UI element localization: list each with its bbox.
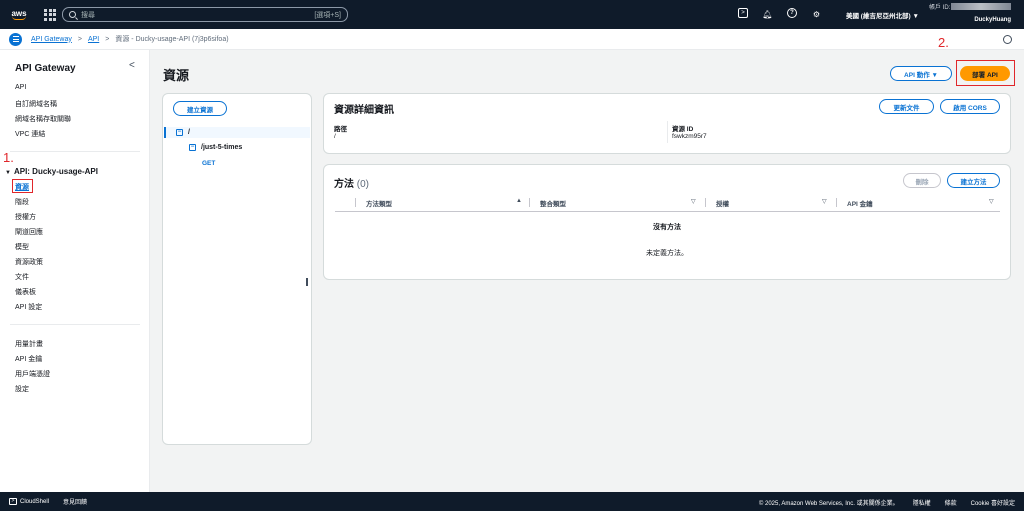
annotation-step-2: 2. bbox=[938, 35, 949, 50]
search-icon bbox=[69, 11, 76, 18]
chevron-right-icon: > bbox=[105, 35, 110, 43]
region-selector[interactable]: 美國 (維吉尼亞州北部) ▼ bbox=[846, 10, 919, 20]
path-value: / bbox=[334, 133, 336, 140]
search-placeholder: 搜尋 bbox=[81, 11, 95, 19]
sidebar: API Gateway < API 自訂網域名稱 網域名稱存取關聯 VPC 連結… bbox=[0, 50, 150, 492]
sidebar-item-models[interactable]: 模型 bbox=[15, 242, 29, 252]
sidebar-item-documentation[interactable]: 文件 bbox=[15, 272, 29, 282]
cloudshell-icon: > bbox=[9, 498, 17, 505]
preferences-gear-icon[interactable] bbox=[1003, 35, 1012, 44]
aws-logo[interactable]: aws bbox=[8, 5, 30, 25]
search-input[interactable]: 搜尋 [選項+S] bbox=[62, 7, 348, 22]
top-navigation: aws 搜尋 [選項+S] > 🔔︎ ? ⚙ 美國 (維吉尼亞州北部) ▼ 帳戶… bbox=[0, 0, 1024, 29]
delete-button[interactable]: 刪除 bbox=[903, 173, 941, 188]
cloudshell-icon[interactable]: > bbox=[738, 8, 748, 18]
tree-item-just-5-times[interactable]: −/just-5-times bbox=[189, 144, 242, 151]
sort-icon[interactable]: ▽ bbox=[989, 198, 994, 205]
column-method-type[interactable]: 方法類型 bbox=[366, 198, 392, 208]
create-method-button[interactable]: 建立方法 bbox=[947, 173, 1000, 188]
caret-down-icon: ▼ bbox=[5, 170, 11, 176]
annotation-highlight-resources bbox=[12, 179, 33, 193]
sidebar-item-vpc-links[interactable]: VPC 連結 bbox=[15, 129, 45, 139]
resource-id-label: 資源 ID bbox=[672, 126, 694, 133]
empty-state-title: 沒有方法 bbox=[653, 224, 681, 231]
chevron-right-icon: > bbox=[77, 35, 82, 43]
cloudshell-link[interactable]: CloudShell bbox=[20, 499, 49, 505]
feedback-link[interactable]: 意見回饋 bbox=[63, 497, 87, 506]
collapse-chevron-icon[interactable]: < bbox=[129, 60, 135, 71]
footer: > CloudShell 意見回饋 © 2025, Amazon Web Ser… bbox=[0, 492, 1024, 511]
sidebar-item-settings[interactable]: 設定 bbox=[15, 384, 29, 394]
create-resource-button[interactable]: 建立資源 bbox=[173, 101, 227, 116]
sidebar-item-domain-access[interactable]: 網域名稱存取關聯 bbox=[15, 114, 71, 124]
menu-toggle-button[interactable] bbox=[9, 32, 22, 46]
column-authorization[interactable]: 授權 bbox=[716, 198, 729, 208]
collapse-icon[interactable]: − bbox=[176, 129, 183, 136]
column-integration-type[interactable]: 整合類型 bbox=[540, 198, 566, 208]
tree-item-get-method[interactable]: GET bbox=[202, 160, 215, 167]
account-menu[interactable]: 帳戶 ID: DuckyHuang bbox=[929, 2, 1019, 26]
sidebar-item-api[interactable]: API bbox=[15, 84, 26, 91]
account-username: DuckyHuang bbox=[974, 17, 1011, 23]
deploy-api-button[interactable]: 部署 API bbox=[960, 66, 1010, 81]
sort-icon[interactable]: ▽ bbox=[691, 198, 696, 205]
resize-handle[interactable] bbox=[306, 278, 308, 286]
breadcrumb: API Gateway > API > 資源 - Ducky-usage-API… bbox=[31, 34, 229, 44]
breadcrumb-api-gateway[interactable]: API Gateway bbox=[31, 36, 72, 43]
methods-title: 方法 (0) bbox=[334, 179, 370, 190]
sort-ascending-icon[interactable]: ▲ bbox=[516, 198, 522, 204]
api-actions-button[interactable]: API 動作 ▼ bbox=[890, 66, 952, 81]
privacy-link[interactable]: 隱私權 bbox=[913, 498, 931, 507]
search-shortcut: [選項+S] bbox=[314, 11, 341, 19]
gear-icon[interactable]: ⚙ bbox=[810, 8, 823, 21]
account-id-label: 帳戶 ID: bbox=[929, 5, 951, 11]
sidebar-item-authorizers[interactable]: 授權方 bbox=[15, 212, 36, 222]
empty-state-description: 未定義方法。 bbox=[646, 250, 688, 257]
tree-item-root[interactable]: − / bbox=[176, 129, 190, 136]
sidebar-item-stages[interactable]: 階段 bbox=[15, 197, 29, 207]
enable-cors-button[interactable]: 啟用 CORS bbox=[940, 99, 1000, 114]
breadcrumb-bar: API Gateway > API > 資源 - Ducky-usage-API… bbox=[0, 29, 1024, 50]
sidebar-title: API Gateway bbox=[15, 63, 76, 74]
path-label: 路徑 bbox=[334, 126, 347, 133]
page-title: 資源 bbox=[163, 68, 190, 83]
update-documentation-button[interactable]: 更新文件 bbox=[879, 99, 934, 114]
sidebar-item-api-settings[interactable]: API 設定 bbox=[15, 302, 42, 312]
services-grid-icon[interactable] bbox=[44, 8, 56, 21]
resource-details-title: 資源詳細資訊 bbox=[334, 105, 394, 116]
sidebar-item-custom-domains[interactable]: 自訂網域名稱 bbox=[15, 99, 57, 109]
resource-id-value: fswkzm95r7 bbox=[672, 133, 707, 140]
help-icon[interactable]: ? bbox=[787, 8, 797, 18]
sidebar-item-client-certificates[interactable]: 用戶端憑證 bbox=[15, 369, 50, 379]
column-api-key[interactable]: API 金鑰 bbox=[847, 198, 873, 208]
annotation-step-1: 1. bbox=[3, 150, 14, 165]
sort-icon[interactable]: ▽ bbox=[822, 198, 827, 205]
sidebar-item-usage-plans[interactable]: 用量計畫 bbox=[15, 339, 43, 349]
copyright-text: © 2025, Amazon Web Services, Inc. 或其關係企業… bbox=[758, 501, 899, 507]
breadcrumb-current: 資源 - Ducky-usage-API (7j3p6sifoa) bbox=[115, 36, 229, 43]
sidebar-item-dashboard[interactable]: 儀表板 bbox=[15, 287, 36, 297]
sidebar-item-gateway-responses[interactable]: 閘道回應 bbox=[15, 227, 43, 237]
terms-link[interactable]: 條款 bbox=[945, 498, 957, 507]
collapse-icon[interactable]: − bbox=[189, 144, 196, 151]
bell-icon[interactable]: 🔔︎ bbox=[761, 8, 774, 21]
account-id-redacted bbox=[951, 3, 1011, 10]
sidebar-group-api[interactable]: ▼ API: Ducky-usage-API bbox=[5, 167, 98, 176]
sidebar-item-resource-policy[interactable]: 資源政策 bbox=[15, 257, 43, 267]
sidebar-item-api-keys[interactable]: API 金鑰 bbox=[15, 354, 42, 364]
breadcrumb-api[interactable]: API bbox=[88, 36, 99, 43]
cookie-preferences-link[interactable]: Cookie 喜好設定 bbox=[971, 498, 1015, 507]
